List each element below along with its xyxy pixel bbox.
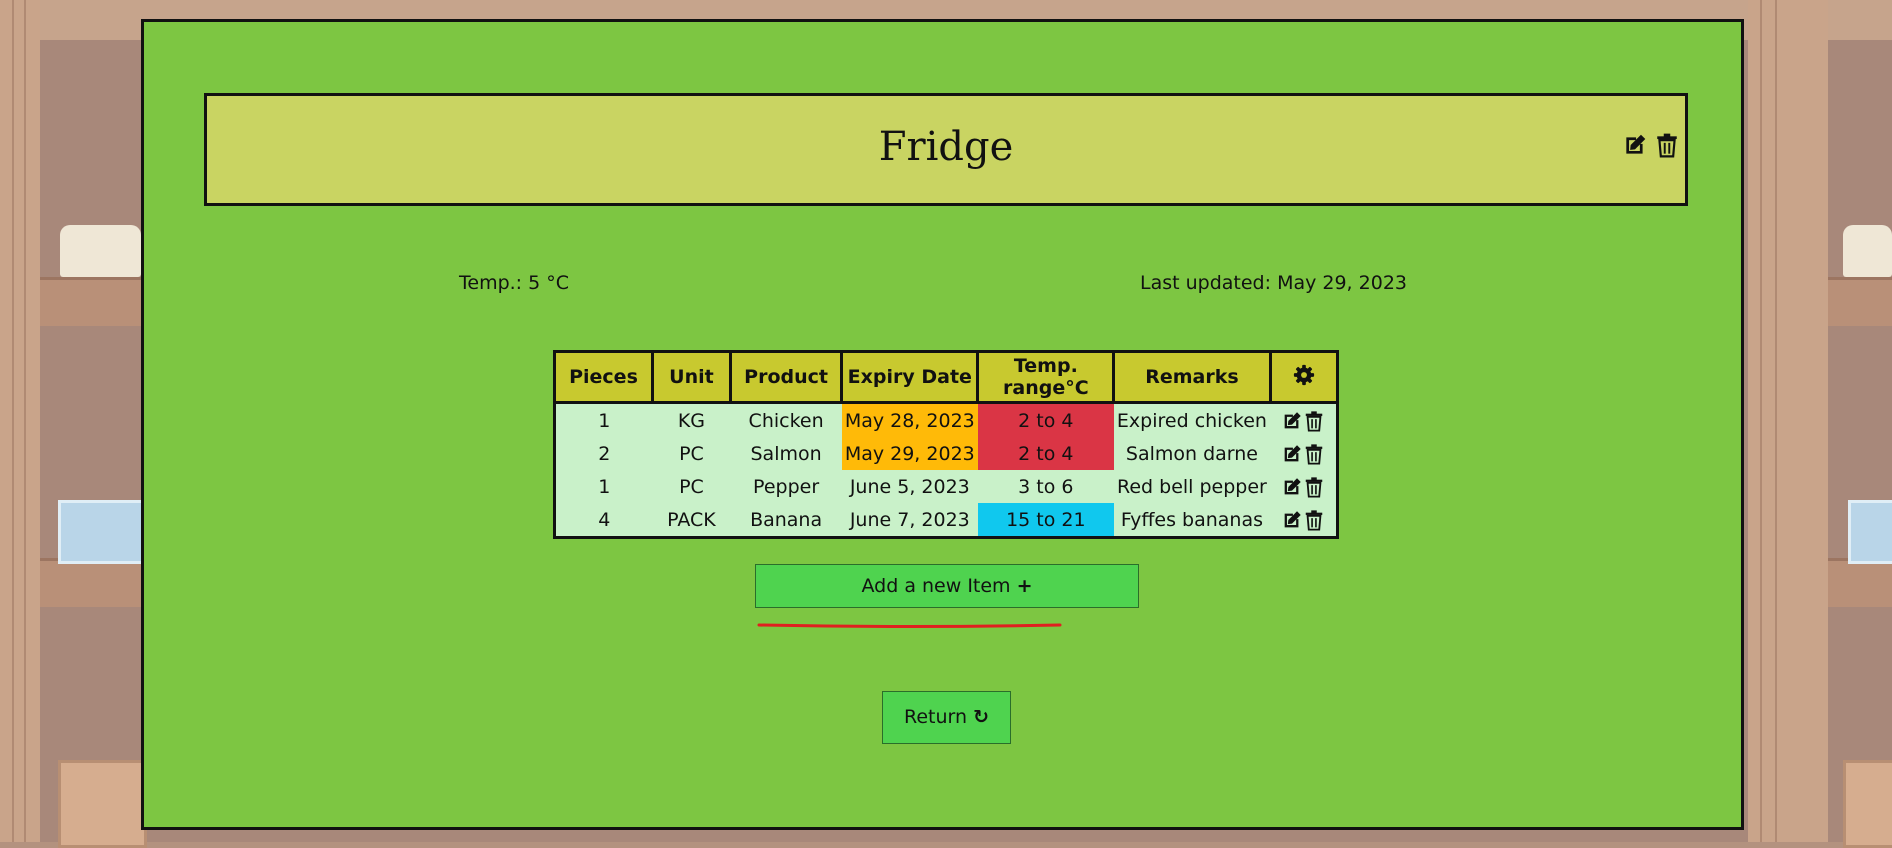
column-header-remarks: Remarks: [1113, 353, 1272, 404]
cell-unit: KG: [677, 409, 706, 432]
cell-remarks: Red bell pepper: [1117, 475, 1267, 498]
cell-pieces: 2: [598, 442, 611, 465]
gear-icon: [1293, 364, 1314, 385]
trash-icon: [1657, 133, 1677, 158]
cell-product: Chicken: [748, 409, 824, 432]
fridge-panel: Fridge Temp.: 5 °C Last updated: May 29,: [141, 19, 1744, 830]
page-title: Fridge: [878, 124, 1014, 170]
column-header-unit: Unit: [652, 353, 732, 404]
background-post-line: [12, 0, 14, 842]
fridge-temperature: Temp.: 5 °C: [459, 272, 570, 294]
edit-item-button[interactable]: [1281, 476, 1303, 498]
table-row: 1 PC Pepper June 5, 2023 3 to 6 Red bell…: [556, 470, 1336, 503]
background-crate: [58, 760, 147, 848]
edit-item-button[interactable]: [1281, 410, 1303, 432]
edit-fridge-button[interactable]: [1622, 132, 1648, 158]
trash-icon: [1305, 410, 1323, 432]
edit-icon: [1284, 444, 1301, 461]
plus-icon: +: [1016, 575, 1033, 597]
return-button[interactable]: Return ↻: [882, 691, 1011, 744]
background-post-left: [0, 0, 40, 842]
cell-remarks: Salmon darne: [1125, 442, 1258, 465]
cell-actions: [1270, 470, 1336, 503]
last-updated: Last updated: May 29, 2023: [1140, 272, 1407, 294]
background-shelf: [1828, 277, 1892, 326]
table-row: 4 PACK Banana June 7, 2023 15 to 21 Fyff…: [556, 503, 1336, 536]
add-item-label: Add a new Item: [861, 575, 1011, 597]
cell-expiry-date: May 29, 2023: [841, 437, 978, 470]
background-post-line: [24, 0, 26, 842]
background-cups: [58, 500, 147, 564]
table-row: 1 KG Chicken May 28, 2023 2 to 4 Expired…: [556, 402, 1336, 438]
edit-icon: [1284, 411, 1301, 428]
cell-temp-range: 2 to 4: [977, 437, 1114, 470]
cell-temp-range: 3 to 6: [1018, 475, 1074, 498]
column-header-temp-range: Temp. range°C: [977, 353, 1116, 404]
edit-icon: [1626, 134, 1646, 154]
background-shelf: [1828, 558, 1892, 607]
background-eggs: [1843, 225, 1892, 277]
cell-unit: PC: [679, 442, 704, 465]
cell-pieces: 1: [598, 475, 611, 498]
background-cups: [1848, 500, 1892, 564]
background-crate: [1843, 760, 1892, 848]
delete-item-button[interactable]: [1303, 509, 1325, 531]
background-shelf: [40, 558, 141, 607]
cell-temp-range: 15 to 21: [977, 503, 1114, 536]
return-label: Return: [904, 706, 968, 728]
cell-expiry-date: June 7, 2023: [849, 508, 970, 531]
column-header-product: Product: [730, 353, 844, 404]
delete-item-button[interactable]: [1303, 410, 1325, 432]
delete-fridge-button[interactable]: [1654, 132, 1680, 158]
edit-icon: [1284, 510, 1301, 527]
trash-icon: [1305, 509, 1323, 531]
cell-temp-range: 2 to 4: [977, 402, 1114, 437]
delete-item-button[interactable]: [1303, 443, 1325, 465]
cell-product: Banana: [750, 508, 823, 531]
column-header-settings: [1270, 353, 1336, 404]
annotation-underline: [757, 623, 1062, 628]
edit-item-button[interactable]: [1281, 443, 1303, 465]
cell-expiry-date: May 28, 2023: [841, 402, 978, 437]
edit-item-button[interactable]: [1281, 509, 1303, 531]
background-eggs: [60, 225, 141, 277]
column-header-expiry-date: Expiry Date: [841, 353, 980, 404]
undo-icon: ↻: [973, 706, 989, 728]
header-actions: [1622, 132, 1680, 158]
cell-remarks: Fyffes bananas: [1120, 508, 1264, 531]
items-table: Pieces Unit Product Expiry Date Temp. ra…: [553, 350, 1339, 539]
cell-actions: [1270, 437, 1336, 470]
edit-icon: [1284, 477, 1301, 494]
cell-pieces: 4: [598, 508, 611, 531]
cell-product: Salmon: [750, 442, 822, 465]
background-post-line: [1760, 0, 1762, 842]
fridge-header: Fridge: [204, 93, 1688, 206]
cell-unit: PACK: [667, 508, 716, 531]
background-post-line: [1775, 0, 1777, 842]
delete-item-button[interactable]: [1303, 476, 1325, 498]
cell-actions: [1270, 503, 1336, 536]
add-item-button[interactable]: Add a new Item +: [755, 564, 1139, 608]
cell-unit: PC: [679, 475, 704, 498]
table-header-row: Pieces Unit Product Expiry Date Temp. ra…: [556, 353, 1336, 404]
cell-actions: [1270, 403, 1336, 438]
cell-expiry-date: June 5, 2023: [849, 475, 970, 498]
column-header-pieces: Pieces: [556, 353, 654, 404]
background-shelf: [40, 277, 141, 326]
table-row: 2 PC Salmon May 29, 2023 2 to 4 Salmon d…: [556, 437, 1336, 470]
trash-icon: [1305, 476, 1323, 498]
cell-pieces: 1: [598, 409, 611, 432]
cell-remarks: Expired chicken: [1116, 409, 1267, 432]
trash-icon: [1305, 443, 1323, 465]
cell-product: Pepper: [753, 475, 820, 498]
